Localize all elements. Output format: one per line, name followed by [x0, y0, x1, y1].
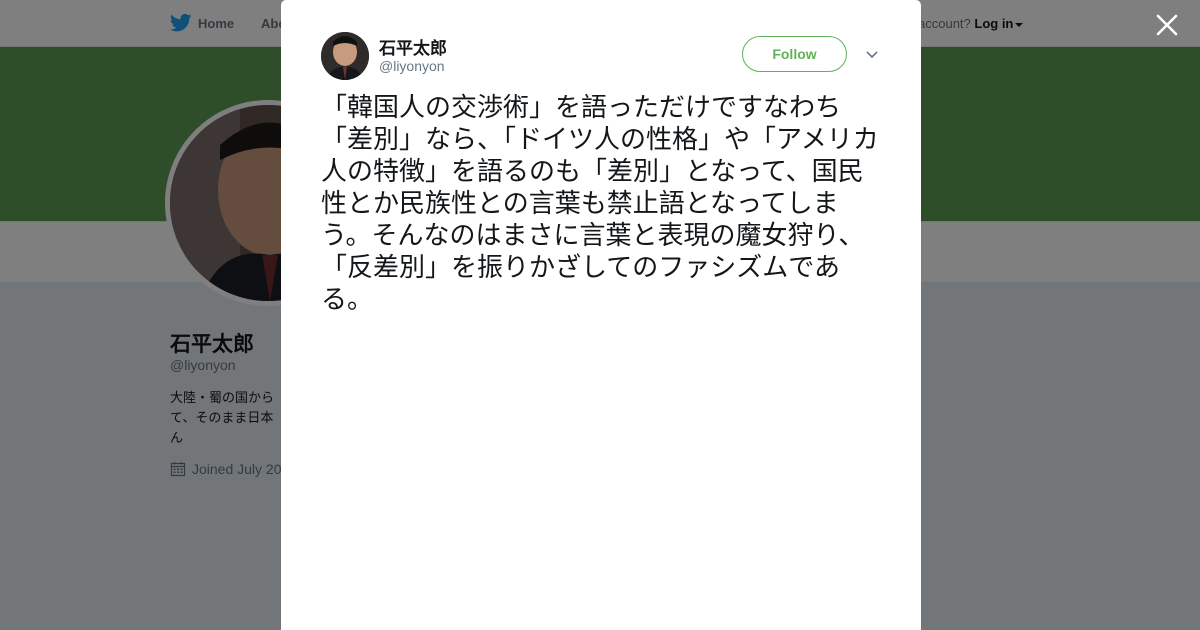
tweet-author-avatar[interactable]	[321, 32, 369, 80]
tweet-text: 「韓国人の交渉術」を語っただけですなわち「差別」なら、「ドイツ人の性格」や「アメ…	[321, 93, 879, 315]
tweet-author-handle[interactable]: @liyonyon	[379, 58, 445, 74]
chevron-down-icon[interactable]	[864, 46, 880, 62]
tweet-modal: 石平太郎 @liyonyon Follow 「韓国人の交渉術」を語っただけですな…	[281, 0, 921, 630]
tweet-author-name[interactable]: 石平太郎	[379, 34, 447, 59]
author-photo	[321, 32, 369, 80]
close-icon[interactable]	[1154, 12, 1180, 38]
follow-button[interactable]: Follow	[742, 36, 847, 72]
